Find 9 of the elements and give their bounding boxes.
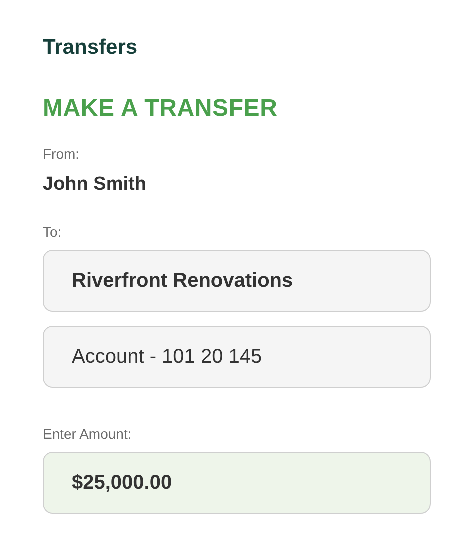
amount-label: Enter Amount:: [43, 425, 132, 443]
page-title: Transfers: [43, 36, 139, 60]
account-field[interactable]: Account - 101 20 145: [43, 326, 431, 388]
amount-field[interactable]: $25,000.00: [43, 452, 431, 514]
from-label: From:: [43, 145, 80, 163]
to-label: To:: [43, 223, 62, 241]
payee-field[interactable]: Riverfront Renovations: [43, 250, 431, 312]
sender-name: John Smith: [43, 174, 146, 196]
section-heading: MAKE A TRANSFER: [43, 95, 279, 123]
